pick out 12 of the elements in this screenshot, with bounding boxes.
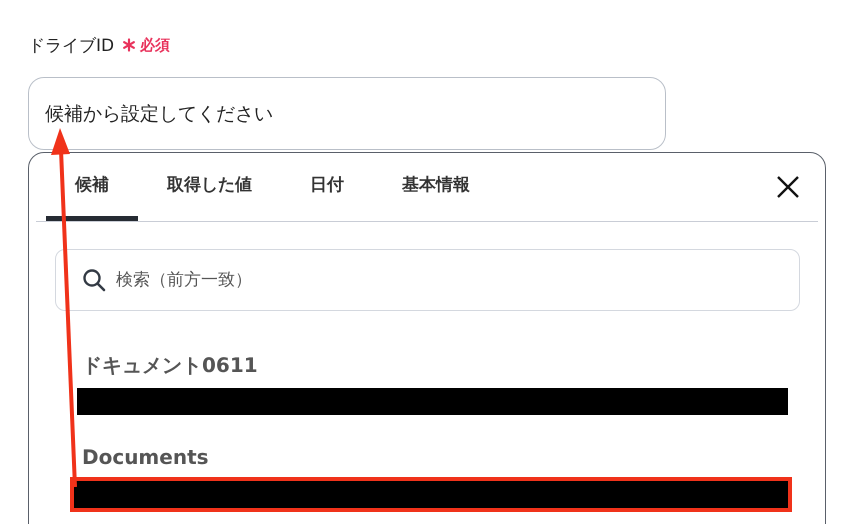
tab[interactable]: 日付 [281,153,373,221]
search-icon [82,268,106,292]
close-icon [776,175,800,199]
asterisk-icon [122,38,136,52]
search-field[interactable]: 検索（前方一致） [55,249,800,311]
option-title[interactable]: ドキュメント0611 [82,352,788,378]
field-label: ドライブID [28,34,114,56]
option-title[interactable]: Documents [82,445,788,471]
required-text: 必須 [140,36,170,54]
tab[interactable]: 取得した値 [138,153,281,221]
tab[interactable]: 基本情報 [373,153,499,221]
input-field[interactable]: 候補から設定してください [28,77,666,150]
